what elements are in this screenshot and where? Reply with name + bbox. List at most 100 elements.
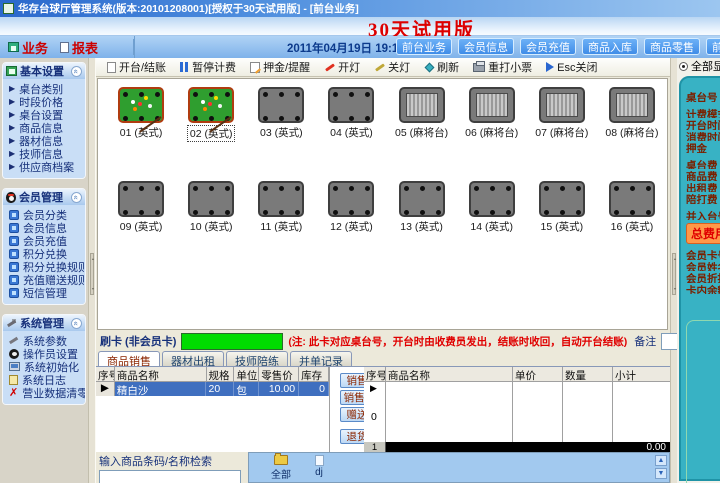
table-15[interactable]: 15 (英式) [527, 181, 597, 234]
card-icon [9, 222, 19, 233]
mahjong-table-icon [538, 87, 585, 123]
product-grid: 序号 商品名称 规格 单位 零售价 库存 ▶ 精白沙 20 包 10.00 0 [96, 367, 330, 453]
nav-retail-button[interactable]: 商品零售 [644, 38, 700, 55]
reprint-ticket-button[interactable]: 重打小票 [466, 59, 539, 76]
pool-table-icon [538, 181, 585, 217]
pages-icon [6, 66, 17, 76]
group-header-system-management[interactable]: 系统管理 « [3, 315, 85, 331]
table-14[interactable]: 14 (英式) [457, 181, 527, 234]
group-header-basic-settings[interactable]: 基本设置 « [3, 63, 85, 79]
swipe-card-note: (注: 此卡对应桌台号，开台时由收费员发出，结账时收回，自动开台结账) [288, 335, 628, 348]
computer-icon [9, 362, 20, 371]
product-grid-header: 序号 商品名称 规格 单位 零售价 库存 [96, 367, 329, 382]
deposit-icon [250, 61, 261, 73]
info-member-name: 会员姓名 [686, 261, 720, 272]
light-off-button[interactable]: 关灯 [367, 59, 417, 76]
menu-report-button[interactable]: 报表 [56, 37, 102, 58]
menu-left: 业务 报表 [0, 36, 135, 58]
billing-info-panel: 桌台号 计费模式 开台时间 消费时间 押金 桌台费 商品费 出租费 陪打费 并入… [679, 76, 720, 483]
title-bar: 华存台球厅管理系统(版本:20101208001)[授权于30天试用版] - [… [0, 0, 720, 17]
collapse-icon[interactable]: « [71, 191, 82, 203]
table-08[interactable]: 08 (麻将台) [597, 87, 667, 142]
pool-table-icon [468, 181, 515, 217]
table-12[interactable]: 12 (英式) [316, 181, 386, 234]
category-dj[interactable]: dj [301, 455, 337, 478]
tab-product-sales[interactable]: 商品销售 [98, 351, 160, 368]
left-splitter-handle[interactable] [90, 253, 94, 295]
product-search-input[interactable] [99, 470, 241, 483]
info-extra-box [686, 320, 720, 483]
right-splitter-handle[interactable] [672, 253, 676, 295]
table-05[interactable]: 05 (麻将台) [387, 87, 457, 142]
refresh-button[interactable]: 刷新 [417, 59, 466, 76]
info-rental-fee: 出租费 [686, 182, 718, 193]
category-scroll: ▲ ▼ [655, 455, 667, 479]
esc-close-button[interactable]: Esc关闭 [539, 59, 604, 76]
scroll-up-button[interactable]: ▲ [655, 455, 667, 466]
report-icon [60, 41, 70, 53]
operator-icon [9, 348, 19, 359]
group-items: ▶ 桌台类别 ▶ 时段价格 ▶ 桌台设置 ▶ 商品信息 ▶ 器材信息 ▶ 技师信息 ▶ 供应商… [3, 79, 85, 178]
scroll-down-button[interactable]: ▼ [655, 468, 667, 479]
table-16[interactable]: 16 (英式) [597, 181, 667, 234]
table-03[interactable]: 03 (英式) [246, 87, 316, 142]
info-deposit: 押金 [686, 143, 707, 153]
table-10[interactable]: 10 (英式) [176, 181, 246, 234]
table-02[interactable]: 02 (英式) [176, 87, 246, 142]
group-header-member-management[interactable]: 会员管理 « [3, 189, 85, 205]
menu-business-button[interactable]: 业务 [4, 37, 52, 58]
order-grid-body[interactable]: ▶ 0 [364, 382, 670, 442]
light-on-button[interactable]: 开灯 [317, 59, 367, 76]
pause-icon [180, 62, 189, 72]
nav-member-info-button[interactable]: 会员信息 [458, 38, 514, 55]
category-panel: 全部 dj ▲ ▼ [248, 452, 670, 483]
table-09[interactable]: 09 (英式) [106, 181, 176, 234]
product-row-selected[interactable]: ▶ 精白沙 20 包 10.00 0 [96, 382, 329, 396]
tab-coach-practice[interactable]: 技师陪练 [226, 351, 288, 368]
info-member-discount: 会员折扣 [686, 273, 720, 283]
pool-table-icon [118, 181, 165, 217]
radio-icon [679, 61, 688, 71]
sidebar-item-sms-management[interactable]: 短信管理 [6, 286, 83, 300]
category-all[interactable]: 全部 [263, 453, 299, 481]
table-01[interactable]: 01 (英式) [106, 87, 176, 142]
table-11[interactable]: 11 (英式) [246, 181, 316, 234]
order-grid: 序号 商品名称 单价 数量 小计 ▶ 0 1 0.00 [364, 367, 670, 453]
show-all-option[interactable]: 全部显示 [677, 58, 720, 74]
pool-table-icon [328, 181, 375, 217]
sidebar-item-supplier-file[interactable]: ▶ 供应商档案 [6, 160, 83, 174]
table-04[interactable]: 04 (英式) [316, 87, 386, 142]
nav-front-desk-button[interactable]: 前台业务 [396, 38, 452, 55]
deposit-reminder-button[interactable]: 押金/提醒 [243, 59, 317, 76]
pool-table-icon [258, 181, 305, 217]
swipe-card-input[interactable] [181, 332, 284, 350]
arrow-icon: ▶ [9, 148, 16, 158]
table-13[interactable]: 13 (英式) [387, 181, 457, 234]
window-title: 华存台球厅管理系统(版本:20101208001)[授权于30天试用版] - [… [18, 3, 359, 15]
pool-table-icon [258, 87, 305, 123]
arrow-icon: ▶ [9, 109, 16, 119]
wrench-icon [9, 336, 19, 345]
tab-merge-records[interactable]: 并单记录 [290, 351, 352, 368]
collapse-icon[interactable]: « [71, 317, 82, 329]
file-icon [314, 455, 324, 466]
card-icon [9, 261, 19, 272]
nav-shift-change-button[interactable]: 前台交班 [706, 38, 720, 55]
row-marker: ▶ [370, 383, 377, 393]
pause-billing-button[interactable]: 暂停计费 [173, 59, 243, 76]
search-label: 输入商品条码/名称检索 [99, 456, 213, 468]
nav-member-recharge-button[interactable]: 会员充值 [520, 38, 576, 55]
collapse-icon[interactable]: « [71, 65, 82, 77]
menu-divider [133, 39, 134, 55]
open-table-settle-button[interactable]: 开台/结账 [100, 59, 173, 76]
group-basic-settings: 基本设置 « ▶ 桌台类别 ▶ 时段价格 ▶ 桌台设置 ▶ 商品信息 ▶ 器材信息 ▶ 技师… [2, 62, 86, 179]
sidebar-item-data-reset[interactable]: ✗ 营业数据清零 [6, 386, 85, 400]
table-06[interactable]: 06 (麻将台) [457, 87, 527, 142]
toolbar: 开台/结账 暂停计费 押金/提醒 开灯 关灯 刷新 重打小票 Esc关闭 [96, 58, 670, 77]
table-07[interactable]: 07 (麻将台) [527, 87, 597, 142]
tables-panel: 01 (英式) 02 (英式) 03 (英式) 04 (英式) 05 (麻将台)… [97, 78, 668, 330]
info-table-no: 桌台号 [686, 92, 718, 102]
nav-stock-in-button[interactable]: 商品入库 [582, 38, 638, 55]
exit-icon [546, 62, 555, 72]
tab-equipment-rental[interactable]: 器材出租 [162, 351, 224, 368]
